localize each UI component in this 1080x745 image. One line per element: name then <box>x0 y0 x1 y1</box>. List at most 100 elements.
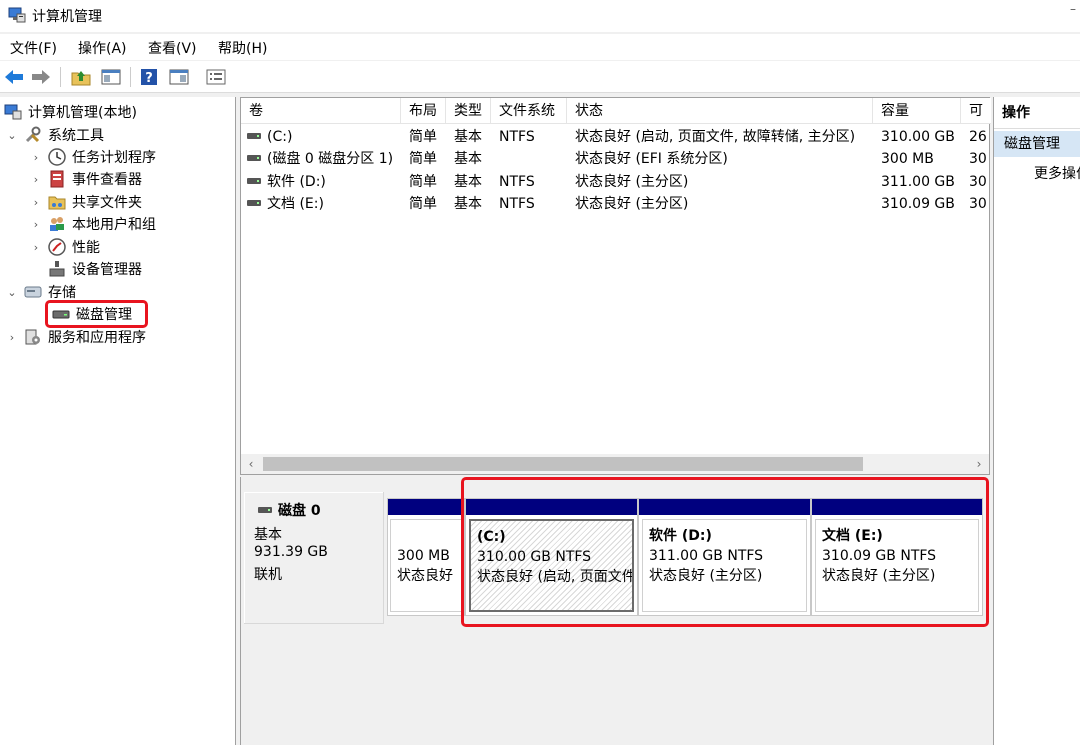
cell-volume: 文档 (E:) <box>267 196 324 212</box>
chevron-right-icon[interactable]: › <box>30 218 42 231</box>
tree-label: 事件查看器 <box>72 172 142 188</box>
chevron-down-icon[interactable]: ⌄ <box>6 129 18 142</box>
event-log-icon <box>48 170 66 188</box>
cell-layout: 简单 <box>409 196 437 212</box>
minimize-button[interactable]: – <box>1070 2 1076 16</box>
chevron-down-icon[interactable]: ⌄ <box>6 286 18 299</box>
cell-status: 状态良好 (主分区) <box>575 196 689 212</box>
tree-item-computer-management[interactable]: 计算机管理(本地) <box>4 101 137 123</box>
cell-free: 30 <box>969 151 987 167</box>
cell-type: 基本 <box>454 151 482 167</box>
scrollbar-thumb[interactable] <box>263 457 863 471</box>
highlight-annotation <box>461 477 989 627</box>
storage-icon <box>24 283 42 301</box>
performance-icon <box>48 238 66 256</box>
tree-item-performance[interactable]: › 性能 <box>30 236 100 258</box>
menu-file[interactable]: 文件(F) <box>10 38 57 58</box>
tree-item-shared-folders[interactable]: › 共享文件夹 <box>30 191 142 213</box>
partition-bar <box>388 499 464 515</box>
navigation-tree: 计算机管理(本地) ⌄ 系统工具 › 任务计划程序 › 事件查看器 › 共享文件… <box>0 97 236 745</box>
cell-status: 状态良好 (主分区) <box>575 174 689 190</box>
disk-info[interactable]: 磁盘 0 基本 931.39 GB 联机 <box>244 492 384 624</box>
menu-help[interactable]: 帮助(H) <box>218 38 267 58</box>
column-layout[interactable]: 布局 <box>401 98 446 124</box>
show-hide-tree-icon[interactable] <box>100 66 122 88</box>
volume-list-header: 卷 布局 类型 文件系统 状态 容量 可 <box>241 98 991 124</box>
disk-name: 磁盘 0 <box>278 503 321 519</box>
up-folder-icon[interactable] <box>70 66 92 88</box>
help-icon[interactable]: ? <box>138 66 160 88</box>
chevron-right-icon[interactable]: › <box>30 173 42 186</box>
more-actions-link[interactable]: 更多操作 <box>1034 163 1080 183</box>
chevron-right-icon[interactable]: › <box>6 331 18 344</box>
cell-layout: 简单 <box>409 174 437 190</box>
properties-icon[interactable] <box>205 66 227 88</box>
scroll-right-icon[interactable]: › <box>969 454 989 474</box>
computer-management-icon <box>8 6 26 24</box>
tree-label: 共享文件夹 <box>72 195 142 211</box>
cell-type: 基本 <box>454 196 482 212</box>
cell-capacity: 310.09 GB <box>881 196 955 212</box>
menu-view[interactable]: 查看(V) <box>148 38 197 58</box>
disk-size: 931.39 GB <box>254 544 328 560</box>
cell-layout: 简单 <box>409 151 437 167</box>
tree-label: 本地用户和组 <box>72 217 156 233</box>
tree-item-system-tools[interactable]: ⌄ 系统工具 <box>6 124 104 146</box>
menu-bar: 文件(F) 操作(A) 查看(V) 帮助(H) <box>0 34 1080 60</box>
disk-drive-icon <box>258 507 272 513</box>
cell-capacity: 310.00 GB <box>881 129 955 145</box>
cell-filesystem: NTFS <box>499 196 535 212</box>
tree-item-task-scheduler[interactable]: › 任务计划程序 <box>30 146 156 168</box>
cell-filesystem: NTFS <box>499 129 535 145</box>
column-free[interactable]: 可 <box>961 98 991 124</box>
cell-free: 26 <box>969 129 987 145</box>
tree-item-event-viewer[interactable]: › 事件查看器 <box>30 168 142 190</box>
drive-icon <box>247 178 261 184</box>
clock-icon <box>48 148 66 166</box>
chevron-right-icon[interactable]: › <box>30 151 42 164</box>
tree-label: 计算机管理(本地) <box>28 105 137 121</box>
tree-label: 任务计划程序 <box>72 150 156 166</box>
chevron-right-icon[interactable]: › <box>30 196 42 209</box>
table-row[interactable]: 软件 (D:) 简单 基本 NTFS 状态良好 (主分区) 311.00 GB … <box>241 171 991 193</box>
column-type[interactable]: 类型 <box>446 98 491 124</box>
shared-folder-icon <box>48 193 66 211</box>
toolbar-separator <box>60 67 61 87</box>
chevron-right-icon[interactable]: › <box>30 241 42 254</box>
column-status[interactable]: 状态 <box>567 98 873 124</box>
column-volume[interactable]: 卷 <box>241 98 401 124</box>
forward-icon[interactable] <box>30 66 52 88</box>
partition-size: 300 MB <box>397 548 450 564</box>
scroll-left-icon[interactable]: ‹ <box>241 454 261 474</box>
horizontal-scrollbar[interactable]: ‹ › <box>241 454 989 474</box>
column-capacity[interactable]: 容量 <box>873 98 961 124</box>
back-icon[interactable] <box>3 66 25 88</box>
column-filesystem[interactable]: 文件系统 <box>491 98 567 124</box>
menu-action[interactable]: 操作(A) <box>78 38 127 58</box>
cell-volume: (C:) <box>267 129 293 145</box>
table-row[interactable]: (磁盘 0 磁盘分区 1) 简单 基本 状态良好 (EFI 系统分区) 300 … <box>241 148 991 170</box>
tools-icon <box>24 126 42 144</box>
tree-item-device-manager[interactable]: 设备管理器 <box>48 258 142 280</box>
partition-efi[interactable]: 300 MB 状态良好 <box>387 498 465 616</box>
cell-layout: 简单 <box>409 129 437 145</box>
actions-pane: 操作 磁盘管理 更多操作 <box>993 97 1080 745</box>
tree-label: 存储 <box>48 285 76 301</box>
table-row[interactable]: 文档 (E:) 简单 基本 NTFS 状态良好 (主分区) 310.09 GB … <box>241 193 991 215</box>
toolbar-separator <box>130 67 131 87</box>
actions-section-disk-management[interactable]: 磁盘管理 <box>994 131 1080 157</box>
cell-type: 基本 <box>454 174 482 190</box>
actions-header: 操作 <box>994 97 1080 129</box>
drive-icon <box>247 155 261 161</box>
tree-label: 性能 <box>72 240 100 256</box>
table-row[interactable]: (C:) 简单 基本 NTFS 状态良好 (启动, 页面文件, 故障转储, 主分… <box>241 126 991 148</box>
tree-item-local-users-groups[interactable]: › 本地用户和组 <box>30 213 156 235</box>
cell-filesystem: NTFS <box>499 174 535 190</box>
cell-volume: (磁盘 0 磁盘分区 1) <box>267 151 394 167</box>
show-action-pane-icon[interactable] <box>168 66 190 88</box>
title-bar: 计算机管理 – <box>0 0 1080 32</box>
volume-list: 卷 布局 类型 文件系统 状态 容量 可 (C:) 简单 基本 NTFS 状态良… <box>240 97 991 475</box>
cell-status: 状态良好 (EFI 系统分区) <box>575 151 728 167</box>
tree-item-services-applications[interactable]: › 服务和应用程序 <box>6 326 146 348</box>
cell-capacity: 300 MB <box>881 151 934 167</box>
